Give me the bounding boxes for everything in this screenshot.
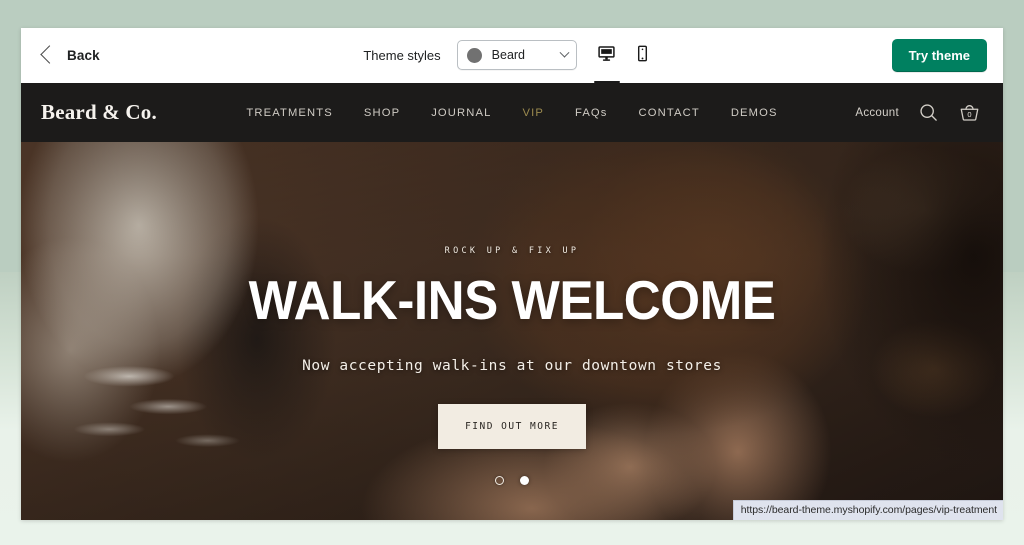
hero-slideshow: ROCK UP & FIX UP WALK-INS WELCOME Now ac… xyxy=(21,142,1003,520)
viewport-toggle-group xyxy=(589,36,661,83)
hero-title: WALK-INS WELCOME xyxy=(248,269,776,331)
mobile-view-button[interactable] xyxy=(625,36,661,74)
chevron-left-icon xyxy=(40,45,59,64)
hero-slideshow-dots xyxy=(21,476,1003,485)
hero-cta-button[interactable]: FIND OUT MORE xyxy=(438,404,586,449)
status-bar-url: https://beard-theme.myshopify.com/pages/… xyxy=(732,500,1003,520)
chevron-down-icon xyxy=(559,47,570,58)
hero-eyebrow: ROCK UP & FIX UP xyxy=(444,246,580,256)
hero-dot-1[interactable] xyxy=(495,476,504,485)
nav-item-vip[interactable]: VIP xyxy=(522,107,543,119)
preview-toolbar: Back Theme styles Beard Try theme xyxy=(21,28,1003,83)
search-magnifier-icon xyxy=(920,104,937,121)
nav-item-journal[interactable]: JOURNAL xyxy=(431,107,491,119)
back-button[interactable]: Back xyxy=(37,42,106,69)
theme-styles-label: Theme styles xyxy=(363,47,441,63)
store-logo[interactable]: Beard & Co. xyxy=(41,100,157,125)
nav-item-shop[interactable]: SHOP xyxy=(364,107,400,119)
account-link[interactable]: Account xyxy=(855,107,899,119)
desktop-monitor-icon xyxy=(598,45,615,61)
search-button[interactable] xyxy=(918,102,939,123)
try-theme-button[interactable]: Try theme xyxy=(891,38,987,72)
theme-style-select[interactable]: Beard xyxy=(456,40,577,70)
nav-item-faqs[interactable]: FAQs xyxy=(575,107,608,119)
toolbar-center-group: Theme styles Beard xyxy=(21,36,1003,83)
nav-item-demos[interactable]: DEMOS xyxy=(731,107,778,119)
cart-count-badge: 0 xyxy=(967,110,972,119)
nav-item-treatments[interactable]: TREATMENTS xyxy=(246,107,333,119)
mobile-phone-icon xyxy=(638,45,648,61)
hero-subtitle: Now accepting walk-ins at our downtown s… xyxy=(302,358,722,374)
style-swatch-icon xyxy=(466,47,482,63)
back-button-label: Back xyxy=(67,47,100,63)
nav-item-contact[interactable]: CONTACT xyxy=(639,107,700,119)
desktop-view-button[interactable] xyxy=(589,36,625,83)
hero-content: ROCK UP & FIX UP WALK-INS WELCOME Now ac… xyxy=(21,246,1003,449)
theme-style-selected-value: Beard xyxy=(491,48,526,62)
hero-dot-2[interactable] xyxy=(520,476,529,485)
header-actions: Account 0 xyxy=(855,101,981,124)
storefront-header: Beard & Co. TREATMENTS SHOP JOURNAL VIP … xyxy=(21,83,1003,142)
theme-preview-window: Back Theme styles Beard Try theme Beard … xyxy=(21,28,1003,520)
cart-button[interactable]: 0 xyxy=(958,101,981,124)
